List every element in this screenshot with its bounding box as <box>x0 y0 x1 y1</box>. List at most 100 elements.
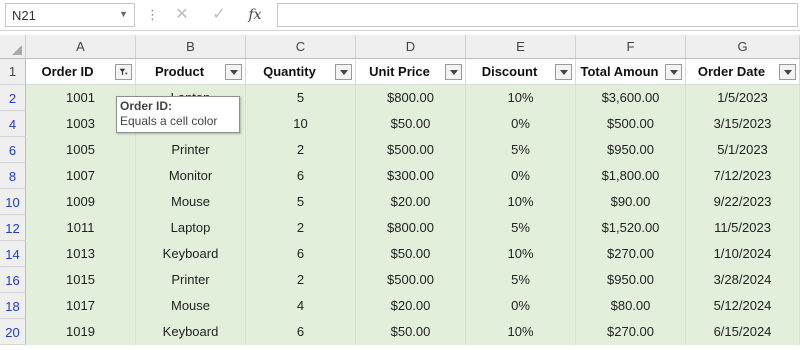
table-cell[interactable]: Keyboard <box>136 241 246 267</box>
row-header-14[interactable]: 14 <box>0 241 26 267</box>
column-header-g[interactable]: G <box>686 35 800 59</box>
table-cell[interactable]: $800.00 <box>356 85 466 111</box>
table-cell[interactable]: 5 <box>246 189 356 215</box>
table-cell[interactable]: 5 <box>246 85 356 111</box>
x-icon[interactable]: ✕ <box>170 4 194 26</box>
table-cell[interactable]: 5% <box>466 215 576 241</box>
table-cell[interactable]: 4 <box>246 293 356 319</box>
table-cell[interactable]: 2 <box>246 267 356 293</box>
table-cell[interactable]: 1019 <box>26 319 136 345</box>
table-cell[interactable]: $3,600.00 <box>576 85 686 111</box>
row-header-4[interactable]: 4 <box>0 111 26 137</box>
table-cell[interactable]: 1009 <box>26 189 136 215</box>
table-cell[interactable]: 1/10/2024 <box>686 241 800 267</box>
table-cell[interactable]: 1005 <box>26 137 136 163</box>
row-header-16[interactable]: 16 <box>0 267 26 293</box>
row-header-12[interactable]: 12 <box>0 215 26 241</box>
table-cell[interactable]: 1007 <box>26 163 136 189</box>
fx-icon[interactable]: fx <box>243 4 267 26</box>
column-header-a[interactable]: A <box>26 35 136 59</box>
table-cell[interactable]: Mouse <box>136 293 246 319</box>
table-cell[interactable]: 3/15/2023 <box>686 111 800 137</box>
table-cell[interactable]: 7/12/2023 <box>686 163 800 189</box>
row-header-2[interactable]: 2 <box>0 85 26 111</box>
table-cell[interactable]: Monitor <box>136 163 246 189</box>
table-cell[interactable]: $950.00 <box>576 137 686 163</box>
filter-active-button[interactable] <box>115 64 132 80</box>
table-cell[interactable]: $950.00 <box>576 267 686 293</box>
table-cell[interactable]: 6/15/2024 <box>686 319 800 345</box>
check-icon[interactable]: ✓ <box>207 4 231 26</box>
table-cell[interactable]: $1,520.00 <box>576 215 686 241</box>
row-header-20[interactable]: 20 <box>0 319 26 345</box>
table-cell[interactable]: 5% <box>466 137 576 163</box>
table-cell[interactable]: Printer <box>136 267 246 293</box>
header-cell[interactable]: Order ID <box>26 59 136 85</box>
table-cell[interactable]: $20.00 <box>356 189 466 215</box>
table-cell[interactable]: 5/12/2024 <box>686 293 800 319</box>
name-box[interactable]: N21 ▼ <box>5 3 135 27</box>
filter-dropdown-button[interactable] <box>665 64 682 80</box>
header-cell[interactable]: Unit Price <box>356 59 466 85</box>
select-all-corner[interactable] <box>0 35 26 59</box>
table-cell[interactable]: Keyboard <box>136 319 246 345</box>
table-cell[interactable]: 9/22/2023 <box>686 189 800 215</box>
header-cell[interactable]: Product <box>136 59 246 85</box>
filter-dropdown-button[interactable] <box>225 64 242 80</box>
table-cell[interactable]: 2 <box>246 137 356 163</box>
row-header-18[interactable]: 18 <box>0 293 26 319</box>
vertical-dots-icon[interactable]: ⋮ <box>146 6 159 24</box>
table-cell[interactable]: Mouse <box>136 189 246 215</box>
row-header-1[interactable]: 1 <box>0 59 26 85</box>
column-header-e[interactable]: E <box>466 35 576 59</box>
table-cell[interactable]: 10% <box>466 319 576 345</box>
table-cell[interactable]: 5/1/2023 <box>686 137 800 163</box>
row-header-10[interactable]: 10 <box>0 189 26 215</box>
table-cell[interactable]: 10% <box>466 241 576 267</box>
table-cell[interactable]: 1015 <box>26 267 136 293</box>
table-cell[interactable]: 1017 <box>26 293 136 319</box>
table-cell[interactable]: 0% <box>466 293 576 319</box>
table-cell[interactable]: 0% <box>466 163 576 189</box>
table-cell[interactable]: $50.00 <box>356 241 466 267</box>
table-cell[interactable]: 1011 <box>26 215 136 241</box>
table-cell[interactable]: 3/28/2024 <box>686 267 800 293</box>
filter-dropdown-button[interactable] <box>555 64 572 80</box>
header-cell[interactable]: Order Date <box>686 59 800 85</box>
table-cell[interactable]: $270.00 <box>576 241 686 267</box>
table-cell[interactable]: $80.00 <box>576 293 686 319</box>
table-cell[interactable]: 11/5/2023 <box>686 215 800 241</box>
table-cell[interactable]: 5% <box>466 267 576 293</box>
column-header-c[interactable]: C <box>246 35 356 59</box>
table-cell[interactable]: 6 <box>246 163 356 189</box>
table-cell[interactable]: $20.00 <box>356 293 466 319</box>
filter-dropdown-button[interactable] <box>779 64 796 80</box>
table-cell[interactable]: $300.00 <box>356 163 466 189</box>
chevron-down-icon[interactable]: ▼ <box>119 9 128 19</box>
formula-input[interactable] <box>277 3 798 27</box>
filter-dropdown-button[interactable] <box>335 64 352 80</box>
table-cell[interactable]: $800.00 <box>356 215 466 241</box>
column-header-f[interactable]: F <box>576 35 686 59</box>
row-header-8[interactable]: 8 <box>0 163 26 189</box>
table-cell[interactable]: 2 <box>246 215 356 241</box>
table-cell[interactable]: 10% <box>466 189 576 215</box>
table-cell[interactable]: $500.00 <box>356 137 466 163</box>
table-cell[interactable]: 6 <box>246 319 356 345</box>
header-cell[interactable]: Discount <box>466 59 576 85</box>
header-cell[interactable]: Total Amoun <box>576 59 686 85</box>
table-cell[interactable]: 10 <box>246 111 356 137</box>
column-header-d[interactable]: D <box>356 35 466 59</box>
filter-dropdown-button[interactable] <box>445 64 462 80</box>
table-cell[interactable]: $500.00 <box>356 267 466 293</box>
table-cell[interactable]: Laptop <box>136 215 246 241</box>
table-cell[interactable]: 6 <box>246 241 356 267</box>
table-cell[interactable]: Printer <box>136 137 246 163</box>
column-header-b[interactable]: B <box>136 35 246 59</box>
table-cell[interactable]: $90.00 <box>576 189 686 215</box>
table-cell[interactable]: $50.00 <box>356 319 466 345</box>
table-cell[interactable]: 10% <box>466 85 576 111</box>
header-cell[interactable]: Quantity <box>246 59 356 85</box>
row-header-6[interactable]: 6 <box>0 137 26 163</box>
table-cell[interactable]: 0% <box>466 111 576 137</box>
